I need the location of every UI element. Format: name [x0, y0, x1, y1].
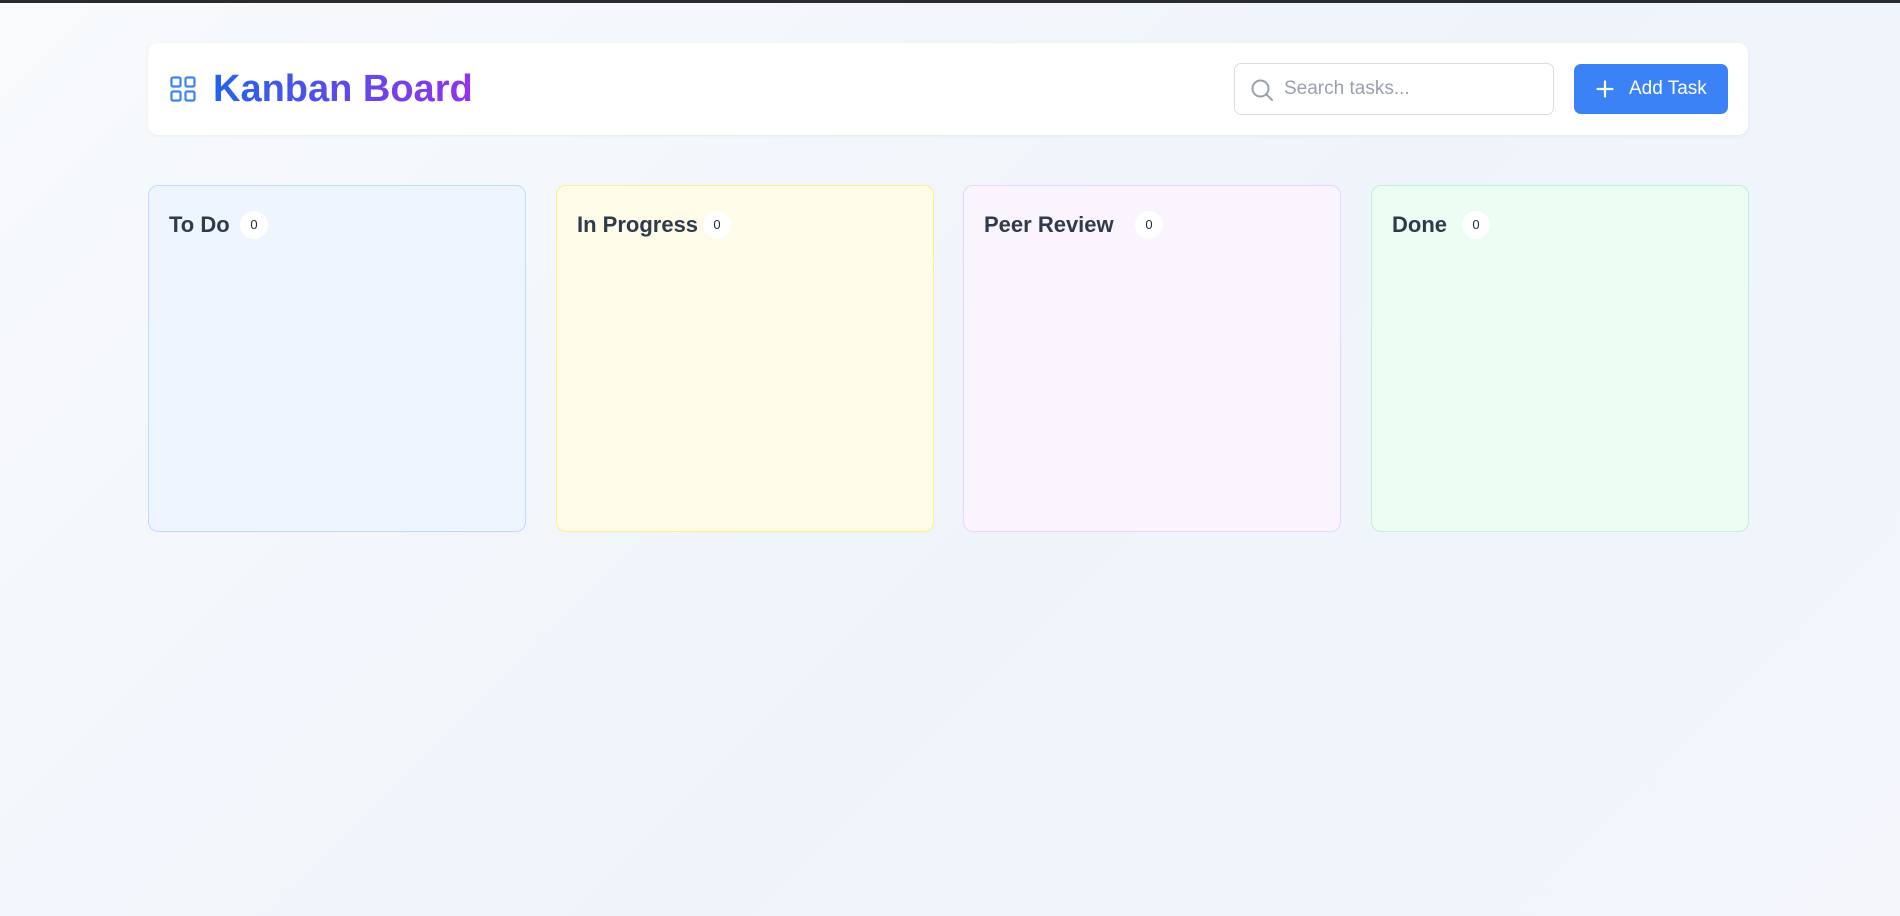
task-list-dropzone[interactable]	[1392, 256, 1728, 511]
task-count-badge: 0	[703, 211, 731, 239]
add-task-button[interactable]: Add Task	[1574, 64, 1728, 114]
task-list-dropzone[interactable]	[169, 256, 505, 511]
column-title: In Progress	[577, 212, 699, 237]
window-top-border	[0, 0, 1900, 3]
add-task-label: Add Task	[1629, 78, 1707, 99]
column-in-progress[interactable]: In Progress 0	[556, 185, 934, 532]
search-box[interactable]	[1234, 63, 1554, 115]
column-peer-review[interactable]: Peer Review 0	[963, 185, 1341, 532]
task-list-dropzone[interactable]	[984, 256, 1320, 511]
search-input[interactable]	[1284, 64, 1546, 114]
task-count-badge: 0	[1135, 211, 1163, 239]
column-done[interactable]: Done 0	[1371, 185, 1749, 532]
task-list-dropzone[interactable]	[577, 256, 913, 511]
task-count-badge: 0	[240, 211, 268, 239]
column-title: Peer Review	[984, 212, 1114, 237]
app-header: Kanban Board Add Task	[148, 43, 1748, 135]
plus-icon	[1596, 80, 1614, 98]
grid-icon	[170, 76, 196, 102]
search-icon	[1250, 78, 1274, 102]
column-title: Done	[1392, 212, 1447, 237]
column-todo[interactable]: To Do 0	[148, 185, 526, 532]
task-count-badge: 0	[1462, 211, 1490, 239]
column-title: To Do	[169, 212, 230, 237]
page-title: Kanban Board	[213, 68, 473, 110]
